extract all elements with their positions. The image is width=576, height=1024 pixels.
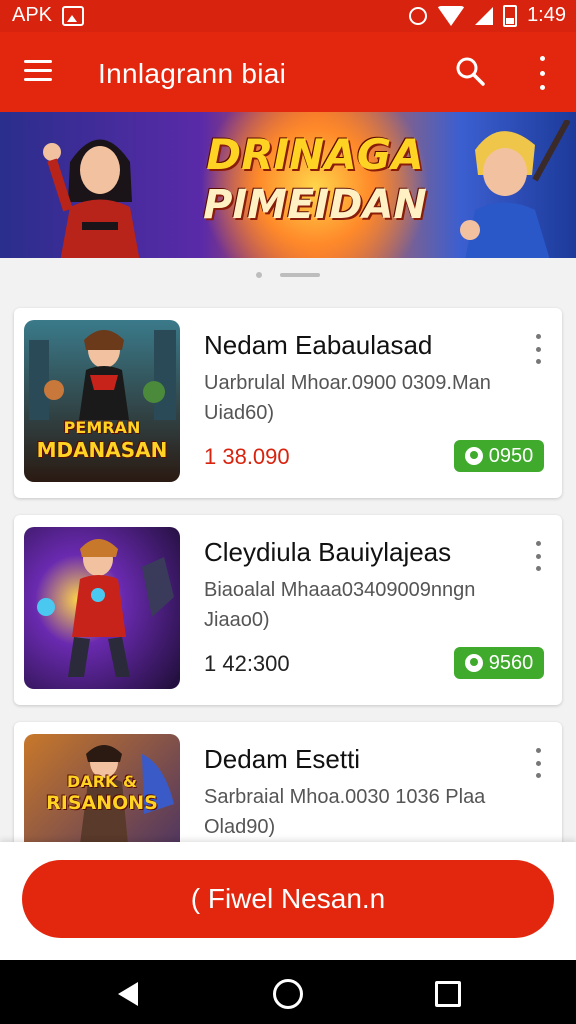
app-title: Innlagrann biai: [98, 58, 287, 89]
banner-title-line1: DRINAGA: [206, 130, 424, 179]
signal-icon: [475, 6, 494, 25]
menu-icon[interactable]: [24, 60, 52, 82]
badge-value: 0950: [488, 444, 534, 467]
home-icon[interactable]: [273, 979, 303, 1009]
card-subtitle-line1: Biaoalal Mhaaa03409009nngn: [204, 579, 476, 601]
back-icon[interactable]: [118, 982, 138, 1006]
status-right: 1:49: [409, 4, 566, 27]
game-thumbnail: [24, 527, 180, 689]
battery-icon: [503, 4, 518, 27]
rating-badge[interactable]: 9560: [454, 647, 544, 679]
list-item[interactable]: PEMRAN MDANASAN Nedam Eabaulasad Uarbrul…: [14, 308, 562, 498]
alarm-icon: [409, 6, 428, 25]
card-more-icon[interactable]: [534, 541, 542, 571]
primary-action-button[interactable]: ( Fiwel Nesan.n: [22, 860, 554, 938]
banner-title: DRINAGA PIMEIDAN: [185, 130, 445, 230]
thumbnail-art: [24, 527, 180, 689]
banner-title-line2: PIMEIDAN: [203, 182, 427, 228]
system-nav-bar: [0, 960, 576, 1024]
notification-icon: [62, 5, 85, 26]
card-subtitle-line2: Jiaao0): [204, 609, 270, 631]
carrier-label: APK: [12, 4, 53, 26]
card-title: Dedam Esetti: [204, 744, 361, 774]
app-bar: Innlagrann biai: [0, 32, 576, 112]
wifi-icon: [437, 5, 466, 26]
card-subtitle: Sarbraial Mhoa.0030 1036 Plaa Olad90): [204, 782, 524, 842]
game-thumbnail: PEMRAN MDANASAN: [24, 320, 180, 482]
thumbnail-title-line2: MDANASAN: [36, 438, 168, 462]
status-left: APK: [12, 4, 85, 27]
coin-icon: [464, 654, 483, 672]
status-bar: APK 1:49: [0, 0, 576, 32]
card-subtitle: Uarbrulal Mhoar.0900 0309.Man Uiad60): [204, 368, 524, 428]
rating-badge[interactable]: 0950: [454, 440, 544, 472]
thumbnail-title-line1: PEMRAN: [63, 418, 141, 437]
card-price: 1 42:300: [204, 651, 290, 676]
card-subtitle-line2: Olad90): [204, 816, 276, 838]
more-vert-icon[interactable]: [533, 56, 551, 90]
card-subtitle-line1: Sarbraial Mhoa.0030 1036 Plaa: [204, 786, 486, 808]
coin-icon: [464, 447, 483, 465]
card-title: Nedam Eabaulasad: [204, 330, 433, 360]
banner-hero-male-icon: [460, 120, 570, 258]
carousel-dot-active[interactable]: [280, 273, 320, 277]
card-subtitle-line2: Uiad60): [204, 402, 275, 424]
carousel-indicator: [256, 272, 320, 278]
card-title: Cleydiula Bauiylajeas: [204, 537, 452, 567]
badge-value: 9560: [488, 651, 534, 674]
promo-banner[interactable]: DRINAGA PIMEIDAN: [0, 112, 576, 258]
clock: 1:49: [527, 4, 566, 26]
thumbnail-title-line1: DARK &: [67, 772, 137, 791]
carousel-dot[interactable]: [256, 272, 262, 278]
recents-icon[interactable]: [435, 981, 461, 1007]
thumbnail-title-line2: RISANONS: [46, 792, 158, 814]
card-more-icon[interactable]: [534, 334, 542, 364]
card-subtitle: Biaoalal Mhaaa03409009nngn Jiaao0): [204, 575, 524, 635]
card-subtitle-line1: Uarbrulal Mhoar.0900 0309.Man: [204, 372, 491, 394]
search-icon[interactable]: [455, 56, 485, 86]
card-price: 1 38.090: [204, 444, 290, 469]
bottom-action-bar: ( Fiwel Nesan.n: [0, 842, 576, 960]
banner-hero-female-icon: [43, 139, 140, 258]
card-more-icon[interactable]: [534, 748, 542, 778]
list-item[interactable]: Cleydiula Bauiylajeas Biaoalal Mhaaa0340…: [14, 515, 562, 705]
